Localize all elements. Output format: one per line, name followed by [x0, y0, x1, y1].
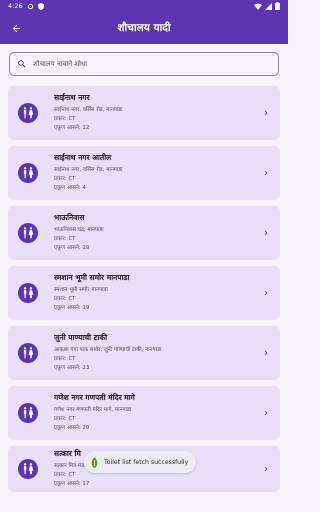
back-button[interactable] — [8, 20, 24, 36]
chevron-right-icon — [260, 465, 272, 473]
card-text: साईनाथ नगर साईनाथ नगर, वर्सिस रोड, मानपा… — [54, 93, 260, 133]
toilet-name: साईनाथ नगर — [54, 93, 90, 102]
chevron-right-icon — [260, 289, 272, 297]
battery-icon — [275, 2, 280, 10]
toilet-card[interactable]: जुनी पाण्याची टाकी आकाश गंगा पाक समोर, ज… — [8, 326, 280, 380]
toilet-seats: एकूण आसने: 17 — [54, 481, 90, 487]
toilet-type: प्रकार: CT — [54, 416, 76, 422]
restroom-icon — [23, 347, 34, 359]
toilet-name: भाऊनिवास — [54, 213, 85, 222]
search-icon — [18, 60, 26, 68]
arrow-back-icon — [12, 24, 20, 32]
toilet-list: साईनाथ नगर साईनाथ नगर, वर्सिस रोड, मानपा… — [0, 86, 288, 492]
toilet-type: प्रकार: CT — [54, 116, 76, 122]
avatar — [18, 103, 38, 123]
chevron-right-icon — [260, 349, 272, 357]
search-input[interactable] — [33, 60, 271, 68]
toilet-address: भाऊनिवास चंद्र, मानपाडा — [54, 227, 104, 233]
toilet-address: साईनाथ नगर, वर्सिस रोड, मानपाडा — [54, 167, 123, 173]
card-text: जुनी पाण्याची टाकी आकाश गंगा पाक समोर, ज… — [54, 333, 260, 373]
chevron-right-icon — [260, 109, 272, 117]
toilet-name: स्मशान भूमी समोर मानपाडा — [54, 273, 130, 282]
toilet-seats: एकूण आसने: 19 — [54, 305, 90, 311]
toilet-seats: एकूण आसने: 12 — [54, 125, 90, 131]
signal-icon — [265, 2, 272, 10]
shield-icon — [37, 2, 44, 10]
toilet-card[interactable]: भाऊनिवास भाऊनिवास चंद्र, मानपाडा प्रकार:… — [8, 206, 280, 260]
toilet-seats: एकूण आसने: 4 — [54, 185, 86, 191]
toilet-card[interactable]: साईनाथ नगर साईनाथ नगर, वर्सिस रोड, मानपा… — [8, 86, 280, 140]
chevron-right-icon — [260, 409, 272, 417]
chevron-right-icon — [260, 169, 272, 177]
toast-message: Toilet list fetch successfully — [104, 458, 189, 466]
settings-icon — [27, 3, 33, 9]
toast: Toilet list fetch successfully — [84, 451, 197, 473]
toilet-type: प्रकार: CT — [54, 296, 76, 302]
toilet-seats: एकूण आसने: 19 — [54, 245, 90, 251]
avatar — [18, 403, 38, 423]
app-logo-icon — [91, 456, 98, 468]
card-text: भाऊनिवास भाऊनिवास चंद्र, मानपाडा प्रकार:… — [54, 213, 260, 253]
toilet-address: गणेश नगर गणपती मंदिर मागे, मानपाडा — [54, 407, 132, 413]
restroom-icon — [23, 107, 34, 119]
status-bar: 4:26 — [0, 0, 288, 12]
app-bar: शौचालय यादी — [0, 12, 288, 44]
toilet-address: आकाश गंगा पाक समोर, जुनी पाण्याची टाकी, … — [54, 347, 162, 353]
toilet-name: साईनाथ नगर आतील — [54, 153, 112, 162]
restroom-icon — [23, 407, 34, 419]
toilet-name: जुनी पाण्याची टाकी — [54, 333, 108, 342]
avatar — [18, 163, 38, 183]
restroom-icon — [23, 227, 34, 239]
card-text: साईनाथ नगर आतील साईनाथ नगर, वर्सिस रोड, … — [54, 153, 260, 193]
avatar — [18, 343, 38, 363]
restroom-icon — [23, 463, 34, 475]
restroom-icon — [23, 167, 34, 179]
card-text: गणेश नगर गणपती मंदिर मागे गणेश नगर गणपती… — [54, 393, 260, 433]
search-container — [0, 44, 288, 80]
avatar — [18, 223, 38, 243]
toilet-address: स्मशान भूमी समोर मानपाडा — [54, 287, 108, 293]
toilet-card[interactable]: साईनाथ नगर आतील साईनाथ नगर, वर्सिस रोड, … — [8, 146, 280, 200]
toilet-type: प्रकार: CT — [54, 356, 76, 362]
avatar — [18, 459, 38, 479]
restroom-icon — [23, 287, 34, 299]
toilet-card[interactable]: गणेश नगर गणपती मंदिर मागे गणेश नगर गणपती… — [8, 386, 280, 440]
search-box[interactable] — [9, 52, 279, 76]
avatar — [18, 283, 38, 303]
status-time: 4:26 — [8, 2, 23, 10]
card-text: स्मशान भूमी समोर मानपाडा स्मशान भूमी समो… — [54, 273, 260, 313]
wifi-icon — [254, 3, 262, 10]
toilet-card[interactable]: स्मशान भूमी समोर मानपाडा स्मशान भूमी समो… — [8, 266, 280, 320]
page-title: शौचालय यादी — [117, 22, 171, 34]
toilet-type: प्रकार: CT — [54, 176, 76, 182]
toilet-seats: एकूण आसने: 23 — [54, 365, 90, 371]
toilet-type: प्रकार: CT — [54, 236, 76, 242]
toilet-seats: एकूण आसने: 20 — [54, 425, 90, 431]
chevron-right-icon — [260, 229, 272, 237]
toilet-name: गणेश नगर गणपती मंदिर मागे — [54, 393, 135, 402]
toilet-address: साईनाथ नगर, वर्सिस रोड, मानपाडा — [54, 107, 123, 113]
